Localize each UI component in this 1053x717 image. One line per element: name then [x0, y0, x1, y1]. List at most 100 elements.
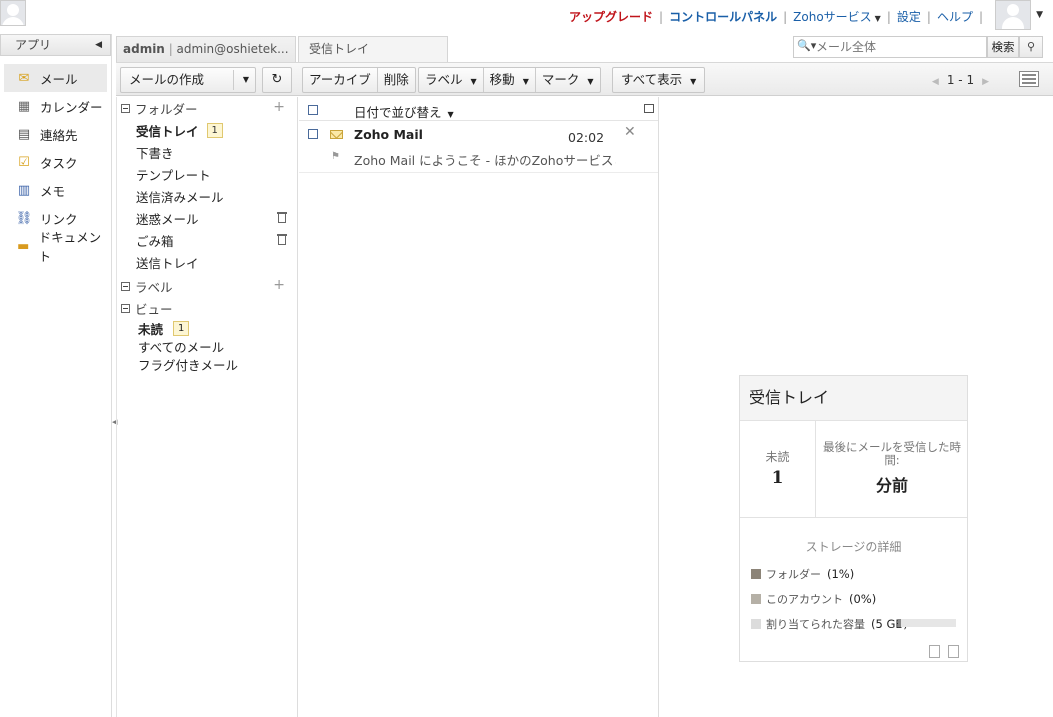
last-received-value: 分前	[875, 476, 908, 495]
storage-list: フォルダー (1%) このアカウント (0%) 割り当てられた容量 (5 GB)	[740, 561, 967, 636]
chevron-down-icon: ▼	[447, 110, 454, 119]
upgrade-link[interactable]: アップグレード	[563, 8, 659, 25]
add-folder-icon[interactable]: +	[273, 99, 285, 115]
select-all-checkbox[interactable]	[308, 105, 318, 115]
close-icon[interactable]: ✕	[624, 124, 636, 140]
collapse-icon[interactable]	[121, 303, 130, 313]
show-all-label: すべて表示	[621, 72, 683, 87]
folder-item[interactable]: 送信トレイ	[117, 251, 297, 273]
app-item[interactable]: ☑ タスク	[4, 148, 107, 176]
app-item-label: リンク	[40, 211, 78, 227]
empty-folder-icon[interactable]	[929, 645, 940, 658]
folder-item[interactable]: 迷惑メール	[117, 207, 297, 229]
labels-section-header[interactable]: ラベル +	[117, 275, 297, 297]
account-email: admin@oshietek...	[176, 42, 289, 56]
app-item-label: カレンダー	[40, 99, 103, 115]
delete-icon[interactable]	[948, 645, 959, 658]
sort-menu-button[interactable]: 日付で並び替え ▼	[354, 102, 454, 121]
help-link[interactable]: ヘルプ	[931, 8, 979, 25]
add-label-icon[interactable]: +	[273, 277, 285, 293]
apps-header: アプリ ◀	[0, 34, 111, 56]
unread-stat-value: 1	[771, 468, 784, 488]
folders-section-header[interactable]: フォルダー +	[117, 97, 297, 119]
mark-menu-button[interactable]: マーク ▼	[536, 68, 600, 92]
top-links: アップグレード | コントロールパネル | Zohoサービス ▼ | 設定 | ヘ…	[563, 8, 983, 25]
mail-time: 02:02 午後	[568, 130, 605, 145]
next-page-icon[interactable]: ▶	[982, 77, 989, 87]
archive-button[interactable]: アーカイブ	[303, 68, 378, 92]
account-tab[interactable]: admin | admin@oshietek...	[116, 36, 296, 62]
advanced-search-icon[interactable]: ⚲	[1019, 36, 1043, 58]
app-item[interactable]: ▤ 連絡先	[4, 120, 107, 148]
pager-range: 1 - 1	[946, 73, 975, 87]
unread-stat-label: 未読	[765, 450, 790, 464]
view-item[interactable]: フラグ付きメール	[117, 355, 297, 373]
unread-count-badge: 1	[173, 320, 190, 336]
mail-icon: ✉	[18, 70, 30, 86]
search-button[interactable]: 検索	[987, 36, 1019, 58]
zoho-services-label: Zohoサービス	[793, 10, 872, 24]
compose-label: メールの作成	[129, 72, 205, 87]
folder-item[interactable]: 送信済みメール	[117, 185, 297, 207]
folder-item-label: 送信トレイ	[136, 255, 199, 271]
folder-item[interactable]: テンプレート	[117, 163, 297, 185]
view-item[interactable]: 未読 1	[117, 319, 297, 337]
views-section-header[interactable]: ビュー	[117, 297, 297, 319]
view-item-label: フラグ付きメール	[138, 357, 239, 373]
folder-item[interactable]: ごみ箱	[117, 229, 297, 251]
zoho-services-menu[interactable]: Zohoサービス ▼	[787, 8, 887, 25]
chevron-down-icon: ▼	[874, 14, 881, 23]
delete-button[interactable]: 削除	[378, 68, 415, 92]
control-panel-link[interactable]: コントロールパネル	[663, 8, 783, 25]
app-item[interactable]: ▦ カレンダー	[4, 92, 107, 120]
search-input[interactable]	[816, 38, 984, 56]
show-all-menu-button[interactable]: すべて表示 ▼	[613, 68, 704, 92]
prev-page-icon[interactable]: ◀	[932, 77, 939, 87]
app-item[interactable]: ▥ メモ	[4, 176, 107, 204]
logo-avatar	[0, 0, 26, 26]
documents-icon: ▬	[17, 238, 30, 254]
collapse-icon[interactable]	[121, 281, 130, 291]
tab-inbox[interactable]: 受信トレイ	[298, 36, 448, 62]
mail-sender: Zoho Mail	[354, 127, 423, 142]
app-item-label: メモ	[40, 183, 66, 199]
folder-item[interactable]: 下書き	[117, 141, 297, 163]
apps-header-label: アプリ	[15, 38, 52, 52]
column-options-icon[interactable]	[644, 104, 654, 113]
user-avatar[interactable]	[995, 0, 1031, 30]
view-item[interactable]: すべてのメール	[117, 337, 297, 355]
mail-toolbar: メールの作成 ▼ ↻ アーカイブ 削除 ラベル ▼ 移動 ▼ マーク ▼ すべて表示 ▼…	[116, 62, 1053, 96]
storage-value: (1%)	[827, 566, 855, 581]
user-menu-chevron-icon[interactable]: ▼	[1036, 10, 1043, 20]
compose-button[interactable]: メールの作成 ▼	[120, 67, 256, 93]
refresh-icon: ↻	[271, 72, 283, 87]
chevron-down-icon: ▼	[690, 77, 697, 86]
legend-swatch	[751, 568, 761, 579]
app-item[interactable]: ▬ ドキュメント	[4, 230, 107, 264]
chevron-down-icon[interactable]: ▼	[243, 68, 249, 92]
app-item[interactable]: ✉ メール	[4, 64, 107, 92]
folder-item[interactable]: 受信トレイ 1	[117, 119, 297, 141]
settings-link[interactable]: 設定	[891, 8, 927, 25]
search-box[interactable]: 🔍▾	[793, 36, 987, 58]
top-bar: アップグレード | コントロールパネル | Zohoサービス ▼ | 設定 | ヘ…	[0, 0, 1053, 32]
empty-trash-icon[interactable]	[277, 233, 287, 245]
mail-row[interactable]: Zoho Mail 02:02 午後 ✕ ⚑ Zoho Mail にようこそ -…	[299, 121, 658, 173]
search-icon[interactable]: 🔍▾	[797, 39, 816, 52]
unread-count-badge: 1	[206, 122, 223, 138]
views-header-label: ビュー	[135, 301, 173, 317]
collapse-left-icon[interactable]: ◀	[95, 35, 102, 55]
move-menu-button[interactable]: 移動 ▼	[484, 68, 536, 92]
folder-item-label: テンプレート	[136, 167, 211, 183]
refresh-button[interactable]: ↻	[262, 67, 292, 93]
collapse-icon[interactable]	[121, 103, 130, 113]
label-menu-button[interactable]: ラベル ▼	[419, 68, 484, 92]
view-item-label: 未読	[138, 321, 164, 337]
reading-pane-layout-icon[interactable]	[1019, 71, 1039, 87]
folder-info-panel: 受信トレイ 未読 1 最後にメールを受信した時間: 分前 ストレージの詳細 フォ…	[739, 375, 968, 662]
notes-icon: ▥	[17, 182, 31, 198]
empty-trash-icon[interactable]	[277, 211, 287, 223]
mail-select-checkbox[interactable]	[308, 129, 318, 139]
flag-icon[interactable]: ⚑	[331, 151, 340, 162]
info-actions	[929, 645, 959, 658]
